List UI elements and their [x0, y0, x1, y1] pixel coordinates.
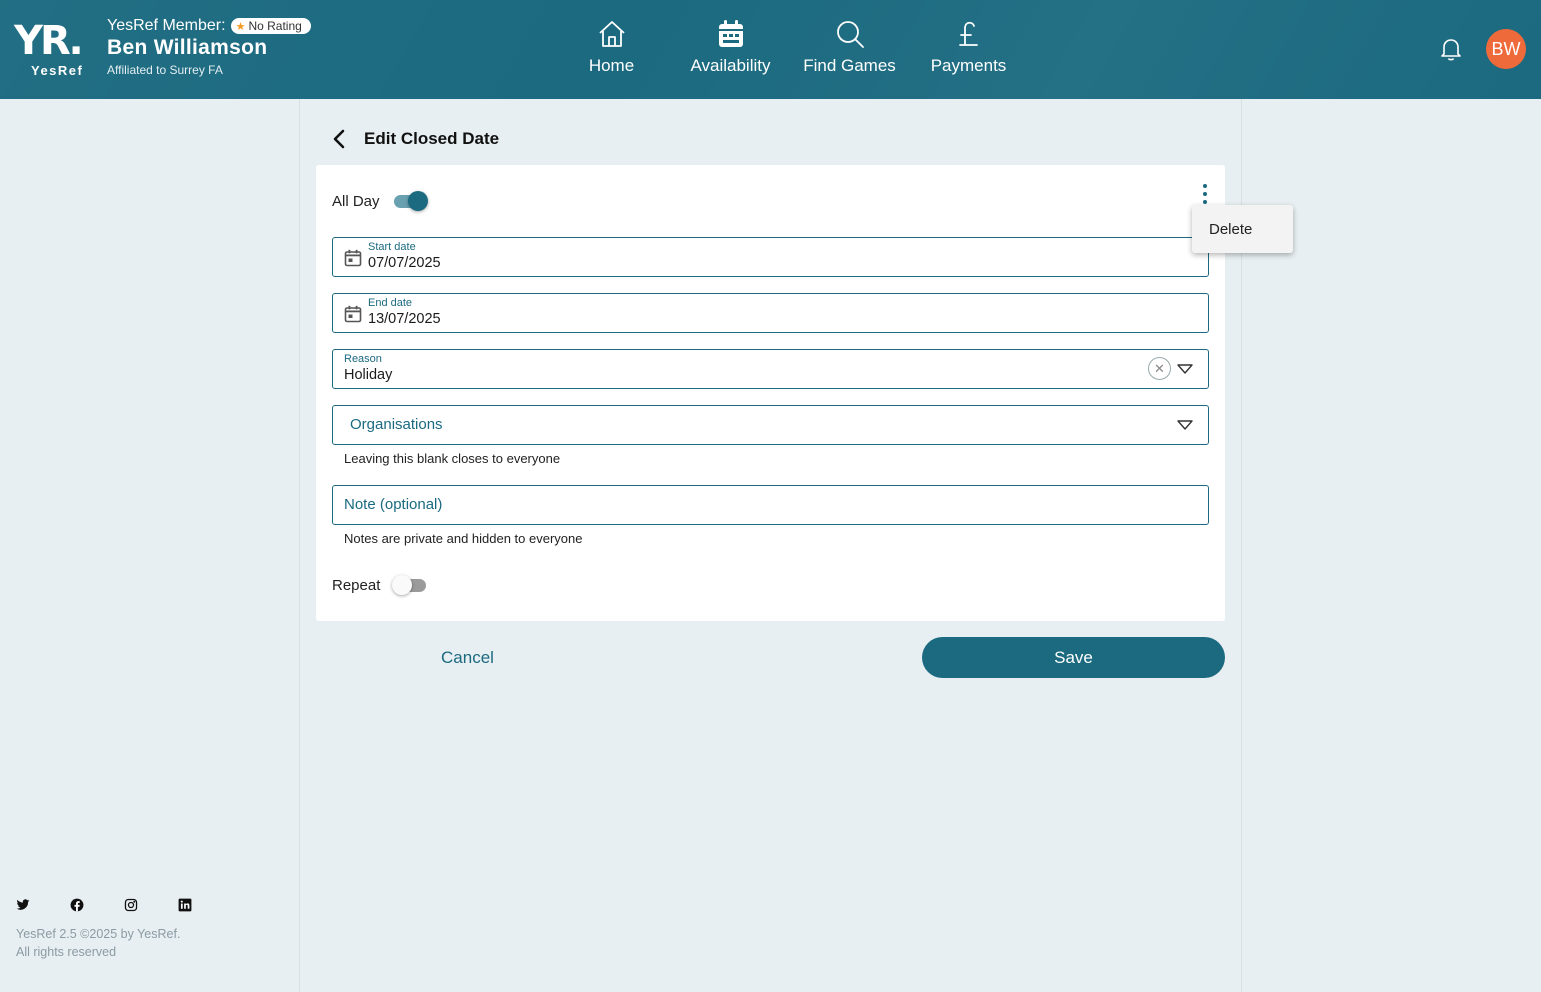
note-input[interactable]: Note (optional) — [332, 485, 1209, 525]
footer-text: YesRef 2.5 ©2025 by YesRef. All rights r… — [16, 925, 180, 961]
organisations-helper: Leaving this blank closes to everyone — [344, 451, 561, 466]
repeat-toggle[interactable] — [392, 575, 428, 595]
social-links — [16, 898, 192, 912]
end-date-value: 13/07/2025 — [368, 311, 441, 327]
nav-payments[interactable]: Payments — [909, 18, 1028, 76]
more-options-icon[interactable] — [1195, 183, 1215, 207]
instagram-icon[interactable] — [124, 898, 138, 912]
closed-date-form: All Day Start date 07/07/2025 End date 1… — [316, 165, 1225, 621]
reason-select[interactable]: Reason Holiday ✕ — [332, 349, 1209, 389]
home-icon — [598, 21, 625, 47]
all-day-label: All Day — [332, 193, 380, 210]
nav-availability[interactable]: Availability — [671, 18, 790, 76]
footer-rights: All rights reserved — [16, 945, 117, 959]
nav-find-games[interactable]: Find Games — [790, 18, 909, 76]
pound-icon — [958, 21, 978, 46]
all-day-toggle[interactable] — [392, 191, 428, 211]
nav-payments-label: Payments — [930, 56, 1007, 75]
start-date-value: 07/07/2025 — [368, 255, 441, 271]
rating-badge-label: No Rating — [248, 19, 302, 33]
start-date-label: Start date — [368, 241, 416, 253]
member-label: YesRef Member: — [107, 17, 226, 34]
reason-label: Reason — [344, 353, 382, 365]
calendar-icon — [718, 20, 743, 47]
nav-home-label: Home — [588, 56, 635, 75]
start-date-field[interactable]: Start date 07/07/2025 — [332, 237, 1209, 277]
organisations-select[interactable]: Organisations — [332, 405, 1209, 445]
footer-version: YesRef 2.5 ©2025 by YesRef. — [16, 927, 181, 941]
end-date-label: End date — [368, 297, 413, 309]
repeat-label: Repeat — [332, 577, 381, 594]
star-icon: ★ — [235, 20, 246, 33]
yesref-logo[interactable]: YR. YesRef — [14, 20, 94, 80]
calendar-icon — [344, 305, 362, 323]
chevron-down-icon[interactable] — [1177, 364, 1193, 374]
logo-mark: YR. — [14, 18, 84, 64]
reason-value: Holiday — [344, 367, 393, 383]
affiliation: Affiliated to Surrey FA — [107, 63, 223, 77]
twitter-icon[interactable] — [16, 898, 30, 912]
logo-text: YesRef — [31, 63, 84, 78]
page-header: Edit Closed Date — [330, 127, 499, 151]
rating-badge: ★ No Rating — [230, 18, 311, 34]
bell-icon[interactable] — [1438, 36, 1464, 62]
back-arrow-icon[interactable] — [330, 127, 348, 151]
organisations-placeholder: Organisations — [350, 416, 443, 433]
page-title: Edit Closed Date — [364, 129, 500, 148]
user-name: Ben Williamson — [107, 36, 268, 59]
facebook-icon[interactable] — [70, 898, 84, 912]
calendar-icon — [344, 249, 362, 267]
note-helper: Notes are private and hidden to everyone — [344, 531, 583, 546]
toggle-knob — [408, 191, 428, 211]
end-date-field[interactable]: End date 13/07/2025 — [332, 293, 1209, 333]
main-nav: Home Availability Find Games Payments — [552, 18, 1028, 76]
nav-find-games-label: Find Games — [803, 56, 896, 75]
member-info: YesRef Member: ★ No Rating Ben Williamso… — [107, 17, 311, 77]
note-placeholder: Note (optional) — [344, 496, 443, 513]
linkedin-icon[interactable] — [178, 898, 192, 912]
app-header: YR. YesRef YesRef Member: ★ No Rating Be… — [0, 0, 1541, 99]
toggle-knob — [392, 575, 412, 595]
search-icon — [836, 21, 864, 48]
left-sidebar — [0, 99, 300, 992]
save-button[interactable]: Save — [922, 637, 1225, 678]
delete-menu-item[interactable]: Delete — [1209, 221, 1252, 238]
options-menu: Delete — [1192, 205, 1293, 253]
cancel-button[interactable]: Cancel — [316, 637, 619, 678]
avatar[interactable]: BW — [1486, 29, 1526, 69]
chevron-down-icon[interactable] — [1177, 420, 1193, 430]
clear-icon[interactable]: ✕ — [1148, 357, 1171, 380]
nav-home[interactable]: Home — [552, 18, 671, 76]
nav-availability-label: Availability — [690, 56, 771, 75]
